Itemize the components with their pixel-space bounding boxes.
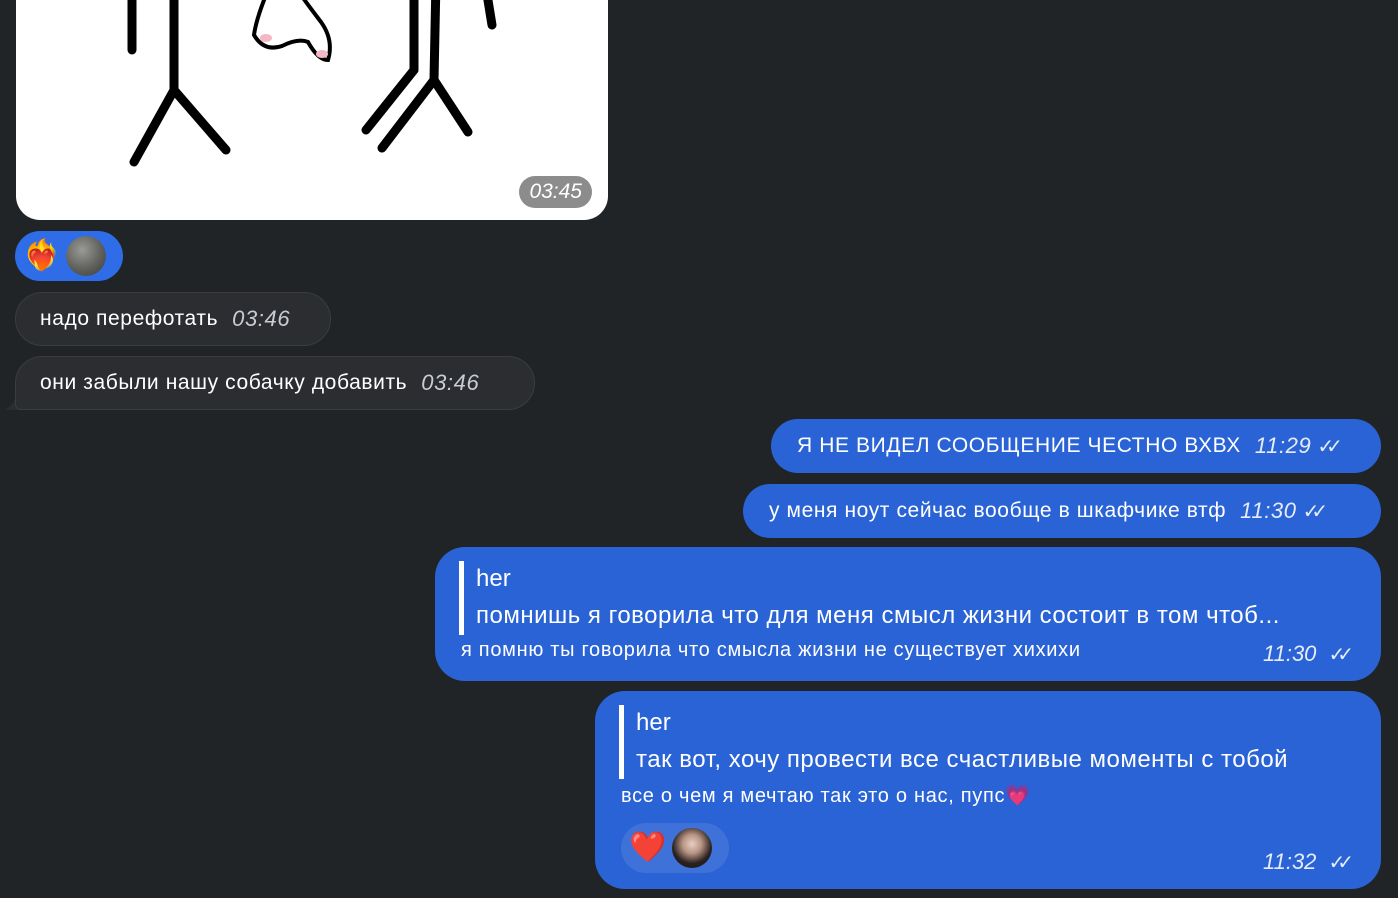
message-time: 03:46 xyxy=(232,306,291,331)
double-check-icon: ✓✓ xyxy=(1317,435,1342,458)
double-check-icon: ✓✓ xyxy=(1302,500,1328,523)
message-text: я помню ты говорила что смысла жизни не … xyxy=(461,639,1081,661)
incoming-message[interactable]: они забыли нашу собачку добавить 03:46 xyxy=(15,356,535,410)
red-heart-icon: ❤️ xyxy=(629,831,667,864)
reply-quote[interactable]: her помнишь я говорила что для меня смыс… xyxy=(459,561,1376,635)
message-time: 03:46 xyxy=(421,370,480,395)
outgoing-message[interactable]: Я НЕ ВИДЕЛ СООБЩЕНИЕ ЧЕСТНО ВХВХ 11:29 ✓… xyxy=(771,419,1381,473)
message-time-group: 11:30 ✓✓ xyxy=(1263,641,1354,667)
message-text: у меня ноут сейчас вообще в шкафчике втф xyxy=(769,499,1227,522)
heart-on-fire-icon: ❤️‍🔥 xyxy=(23,239,61,272)
quote-text: так вот, хочу провести все счастливые мо… xyxy=(636,746,1289,773)
quote-text: помнишь я говорила что для меня смысл жи… xyxy=(476,602,1280,629)
message-time: 11:32 xyxy=(1263,849,1317,874)
quote-author: her xyxy=(636,709,671,736)
reaction-badge[interactable]: ❤️‍🔥 xyxy=(15,231,123,281)
message-time: 11:30 xyxy=(1240,498,1297,523)
quote-author: her xyxy=(476,565,511,592)
avatar[interactable] xyxy=(672,828,713,868)
outgoing-message[interactable]: у меня ноут сейчас вообще в шкафчике втф… xyxy=(743,484,1381,538)
incoming-message[interactable]: надо перефотать 03:46 xyxy=(15,292,331,346)
reaction-badge[interactable]: ❤️ xyxy=(621,823,729,873)
message-text: они забыли нашу собачку добавить xyxy=(40,371,408,394)
photo-timestamp: 03:45 xyxy=(519,176,592,208)
message-time: 11:30 xyxy=(1263,641,1317,666)
message-text: надо перефотать xyxy=(40,307,219,330)
message-time: 11:29 xyxy=(1254,433,1312,458)
photo-message[interactable]: 03:45 xyxy=(16,0,608,220)
message-time-group: 11:32 ✓✓ xyxy=(1263,849,1354,875)
message-text: Я НЕ ВИДЕЛ СООБЩЕНИЕ ЧЕСТНО ВХВХ xyxy=(797,434,1241,457)
avatar[interactable] xyxy=(66,236,107,276)
reply-quote[interactable]: her так вот, хочу провести все счастливы… xyxy=(619,705,1376,779)
double-check-icon: ✓✓ xyxy=(1328,644,1354,666)
message-text: все о чем я мечтаю так это о нас, пупс💗 xyxy=(621,785,1031,807)
double-check-icon: ✓✓ xyxy=(1328,852,1354,874)
outgoing-reply-message[interactable]: her помнишь я говорила что для меня смыс… xyxy=(435,547,1381,681)
chat-view: 03:45 ❤️‍🔥 надо перефотать 03:46 они заб… xyxy=(0,0,1398,898)
